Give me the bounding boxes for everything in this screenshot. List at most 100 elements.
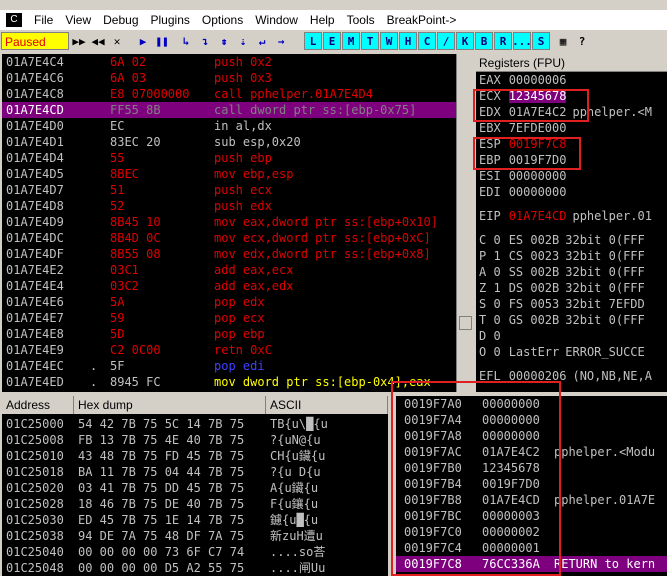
disasm-row[interactable]: 01A7E4C8 E8 07000000 call pphelper.01A7E4D… <box>2 86 456 102</box>
execute-till-return-icon[interactable]: ↵ <box>253 32 271 50</box>
disasm-row[interactable]: 01A7E4DC 8B4D 0C mov ecx,dword ptr ss:[ebp… <box>2 230 456 246</box>
register-value[interactable]: 00000206 <box>509 369 567 383</box>
register-line[interactable]: O 0 LastErr ERROR_SUCCE <box>476 344 667 360</box>
menu-window[interactable]: Window <box>249 13 304 27</box>
dump-address[interactable]: 01C25028 <box>6 496 64 512</box>
disasm-row[interactable]: 01A7E4D4 55 push ebp <box>2 150 456 166</box>
dump-header-hex[interactable]: Hex dump <box>74 396 266 414</box>
dump-ascii[interactable]: F{u鑲{u <box>270 496 318 512</box>
register-line[interactable]: ESI 00000000 <box>476 168 667 184</box>
menu-options[interactable]: Options <box>196 13 249 27</box>
register-line[interactable]: Z 1 DS 002B 32bit 0(FFF <box>476 280 667 296</box>
register-value[interactable]: 01A7E4C2 <box>509 105 567 119</box>
dump-address[interactable]: 01C25000 <box>6 416 64 432</box>
dump-ascii[interactable]: ....so荅 <box>270 544 325 560</box>
dump-address[interactable]: 01C25040 <box>6 544 64 560</box>
register-line[interactable]: C 0 ES 002B 32bit 0(FFF <box>476 232 667 248</box>
register-line[interactable]: EFL 00000206 (NO,NB,NE,A <box>476 368 667 384</box>
stack-row[interactable]: 0019F7AC 01A7E4C2 pphelper.<Modu <box>396 444 667 460</box>
stack-row[interactable]: 0019F7B4 0019F7D0 <box>396 476 667 492</box>
register-value[interactable]: DS 002B <box>509 281 560 295</box>
step-into-icon[interactable]: ↳ <box>177 32 195 50</box>
register-value[interactable]: 0019F7D0 <box>509 153 567 167</box>
breakpoints-button[interactable]: B <box>475 32 493 50</box>
dump-ascii[interactable]: ....闸Uu <box>270 560 325 576</box>
register-value[interactable]: ES 002B <box>509 233 560 247</box>
dump-hex[interactable]: 00 00 00 00 73 6F C7 74 <box>78 544 244 560</box>
dump-ascii[interactable]: A{u鑶{u <box>270 480 318 496</box>
run-trace-button[interactable]: ... <box>512 32 532 50</box>
disasm-row[interactable]: 01A7E4E2 03C1 add eax,ecx <box>2 262 456 278</box>
disasm-row[interactable]: 01A7E4D8 52 push edx <box>2 198 456 214</box>
stack-row[interactable]: 0019F7C8 76CC336A RETURN to kern <box>396 556 667 572</box>
register-value[interactable]: 0019F7C8 <box>509 137 567 151</box>
modules-button[interactable]: E <box>323 32 341 50</box>
cpu-button[interactable]: C <box>418 32 436 50</box>
threads-button[interactable]: T <box>361 32 379 50</box>
dump-hex[interactable]: FB 13 7B 75 4E 40 7B 75 <box>78 432 244 448</box>
register-line[interactable]: EIP 01A7E4CD pphelper.01 <box>476 208 667 224</box>
menu-breakpoint[interactable]: BreakPoint-> <box>381 13 463 27</box>
log-window-button[interactable]: L <box>304 32 322 50</box>
registers-pane[interactable]: Registers (FPU) EAX 00000006 ECX 12345678 ED… <box>476 54 667 392</box>
disasm-row[interactable]: 01A7E4C6 6A 03 push 0x3 <box>2 70 456 86</box>
stack-row[interactable]: 0019F7A8 00000000 <box>396 428 667 444</box>
dump-address[interactable]: 01C25018 <box>6 464 64 480</box>
dump-address[interactable]: 01C25020 <box>6 480 64 496</box>
rewind-icon[interactable]: ◀◀ <box>89 32 107 50</box>
disasm-row[interactable]: 01A7E4E4 03C2 add eax,edx <box>2 278 456 294</box>
dump-hex[interactable]: BA 11 7B 75 04 44 7B 75 <box>78 464 244 480</box>
stack-row[interactable]: 0019F7C0 00000002 <box>396 524 667 540</box>
register-line[interactable]: EBX 7EFDE000 <box>476 120 667 136</box>
app-icon[interactable]: C <box>6 13 22 27</box>
register-value[interactable]: 00000006 <box>509 73 567 87</box>
open-icon[interactable]: ▶▶ <box>70 32 88 50</box>
dump-address[interactable]: 01C25038 <box>6 528 64 544</box>
register-value[interactable]: LastErr <box>509 345 560 359</box>
menu-plugins[interactable]: Plugins <box>145 13 196 27</box>
disasm-row[interactable]: 01A7E4E7 59 pop ecx <box>2 310 456 326</box>
stack-pane[interactable]: 0019F7A0 00000000 0019F7A4 00000000 0019F7A8… <box>396 396 667 576</box>
dump-hex[interactable]: 94 DE 7A 75 48 DF 7A 75 <box>78 528 244 544</box>
register-value[interactable]: CS 0023 <box>509 249 560 263</box>
register-value[interactable]: GS 002B <box>509 313 560 327</box>
register-line[interactable]: D 0 <box>476 328 667 344</box>
dump-hex[interactable]: 00 00 00 00 D5 A2 55 75 <box>78 560 244 576</box>
register-value[interactable]: 01A7E4CD <box>509 209 567 223</box>
memory-map-button[interactable]: M <box>342 32 360 50</box>
register-line[interactable]: S 0 FS 0053 32bit 7EFDD <box>476 296 667 312</box>
menu-view[interactable]: View <box>59 13 97 27</box>
options-grid-icon[interactable]: ▦ <box>554 32 572 50</box>
register-value[interactable]: 00000000 <box>509 169 567 183</box>
trace-into-icon[interactable]: ⇟ <box>215 32 233 50</box>
disasm-row[interactable]: 01A7E4EC. 5F pop edi <box>2 358 456 374</box>
trace-over-icon[interactable]: ⇣ <box>234 32 252 50</box>
disasm-row[interactable]: 01A7E4D9 8B45 10 mov eax,dword ptr ss:[ebp… <box>2 214 456 230</box>
dump-hex[interactable]: 43 48 7B 75 FD 45 7B 75 <box>78 448 244 464</box>
step-over-icon[interactable]: ↴ <box>196 32 214 50</box>
run-icon[interactable]: ▶ <box>134 32 152 50</box>
dump-ascii[interactable]: CH{u鑶{u <box>270 448 325 464</box>
disasm-row[interactable]: 01A7E4D0 EC in al,dx <box>2 118 456 134</box>
source-button[interactable]: S <box>532 32 550 50</box>
dump-address[interactable]: 01C25030 <box>6 512 64 528</box>
register-line[interactable]: EDI 00000000 <box>476 184 667 200</box>
register-line[interactable]: EDX 01A7E4C2 pphelper.<M <box>476 104 667 120</box>
dump-ascii[interactable]: 新zuH遭u <box>270 528 323 544</box>
stack-row[interactable]: 0019F7A4 00000000 <box>396 412 667 428</box>
menu-tools[interactable]: Tools <box>341 13 381 27</box>
close-icon[interactable]: ✕ <box>108 32 126 50</box>
handles-button[interactable]: H <box>399 32 417 50</box>
help-icon[interactable]: ? <box>573 32 591 50</box>
register-value[interactable]: 7EFDE000 <box>509 121 567 135</box>
register-line[interactable]: EAX 00000006 <box>476 72 667 88</box>
stack-row[interactable]: 0019F7A0 00000000 <box>396 396 667 412</box>
hex-dump-pane[interactable]: Address Hex dump ASCII 01C25000 54 42 7B … <box>2 396 388 576</box>
stack-row[interactable]: 0019F7B0 12345678 <box>396 460 667 476</box>
dump-ascii[interactable]: ?{uN@{u <box>270 432 321 448</box>
dump-ascii[interactable]: ?{u D{u <box>270 464 321 480</box>
register-line[interactable]: A 0 SS 002B 32bit 0(FFF <box>476 264 667 280</box>
register-line[interactable]: ECX 12345678 <box>476 88 667 104</box>
dump-hex[interactable]: 54 42 7B 75 5C 14 7B 75 <box>78 416 244 432</box>
disassembly-scrollbar[interactable] <box>456 54 474 392</box>
